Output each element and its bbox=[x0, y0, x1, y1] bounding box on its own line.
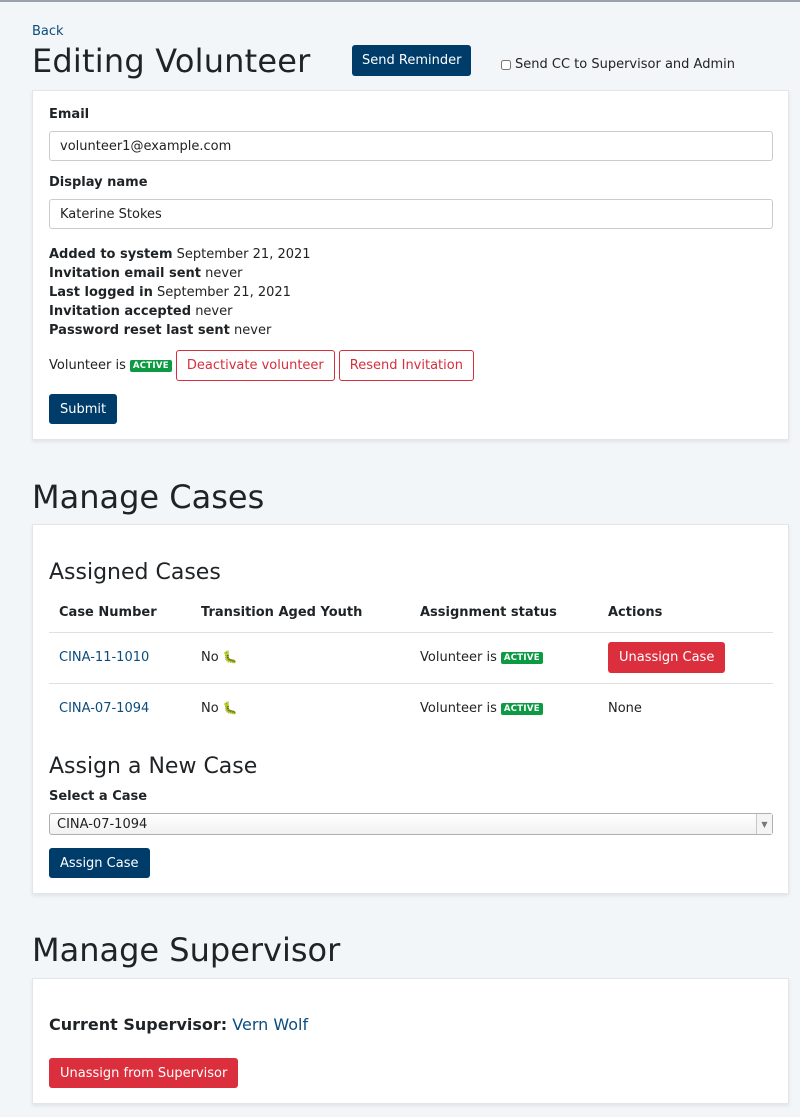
info-added: Added to system September 21, 2021 bbox=[49, 247, 311, 262]
cc-supervisor-label: Send CC to Supervisor and Admin bbox=[515, 57, 735, 72]
manage-supervisor-card: Current Supervisor: Vern Wolf Unassign f… bbox=[32, 978, 789, 1104]
chevron-down-icon[interactable]: ▼ bbox=[756, 814, 772, 834]
back-link[interactable]: Back bbox=[32, 24, 64, 39]
cc-supervisor-checkbox[interactable] bbox=[501, 59, 511, 70]
status-badge: ACTIVE bbox=[129, 359, 172, 372]
assignment-status-prefix: Volunteer is bbox=[420, 650, 497, 665]
assigned-cases-table: Case Number Transition Aged Youth Assign… bbox=[49, 594, 773, 734]
status-badge: ACTIVE bbox=[500, 651, 543, 664]
deactivate-volunteer-button[interactable]: Deactivate volunteer bbox=[175, 350, 335, 381]
status-prefix: Volunteer is bbox=[49, 358, 126, 373]
send-reminder-button[interactable]: Send Reminder bbox=[352, 45, 472, 76]
volunteer-status-row: Volunteer is ACTIVE Deactivate volunteer… bbox=[49, 350, 474, 381]
email-field[interactable] bbox=[49, 131, 773, 161]
display-name-label: Display name bbox=[49, 175, 148, 190]
manage-cases-title: Manage Cases bbox=[32, 478, 265, 516]
manage-supervisor-title: Manage Supervisor bbox=[32, 931, 341, 969]
table-header-row: Case Number Transition Aged Youth Assign… bbox=[49, 594, 773, 633]
select-case-label: Select a Case bbox=[49, 789, 148, 804]
column-header: Transition Aged Youth bbox=[191, 594, 410, 633]
case-number-link[interactable]: CINA-11-1010 bbox=[59, 650, 149, 665]
action-none: None bbox=[608, 701, 642, 717]
info-invitation-sent: Invitation email sent never bbox=[49, 266, 243, 281]
column-header: Assignment status bbox=[410, 594, 598, 633]
email-label: Email bbox=[49, 107, 90, 122]
case-select[interactable]: CINA-07-1094 ▼ bbox=[49, 813, 773, 835]
current-supervisor: Current Supervisor: Vern Wolf bbox=[49, 1015, 308, 1034]
table-row: CINA-11-1010 No 🐛 Volunteer is ACTIVE Una… bbox=[49, 632, 773, 684]
resend-invitation-button[interactable]: Resend Invitation bbox=[338, 350, 474, 381]
column-header: Actions bbox=[598, 594, 773, 633]
cc-supervisor-option[interactable]: Send CC to Supervisor and Admin bbox=[501, 57, 735, 72]
current-supervisor-label: Current Supervisor: bbox=[49, 1015, 228, 1034]
display-name-field[interactable] bbox=[49, 199, 773, 229]
unassign-supervisor-button[interactable]: Unassign from Supervisor bbox=[49, 1058, 239, 1088]
info-password-reset: Password reset last sent never bbox=[49, 323, 272, 338]
page-title: Editing Volunteer bbox=[32, 42, 311, 80]
volunteer-info: Added to system September 21, 2021 Invit… bbox=[49, 245, 311, 340]
column-header: Case Number bbox=[49, 594, 191, 633]
assigned-cases-title: Assigned Cases bbox=[49, 560, 221, 585]
assign-case-button[interactable]: Assign Case bbox=[49, 848, 150, 878]
assign-new-case-title: Assign a New Case bbox=[49, 754, 258, 779]
info-last-logged-in: Last logged in September 21, 2021 bbox=[49, 285, 291, 300]
table-row: CINA-07-1094 No 🐛 Volunteer is ACTIVE Non… bbox=[49, 683, 773, 734]
caterpillar-icon: 🐛 bbox=[222, 701, 238, 716]
assignment-status-prefix: Volunteer is bbox=[420, 701, 497, 717]
transition-value: No bbox=[201, 701, 219, 717]
transition-value: No bbox=[201, 650, 219, 665]
case-number-link[interactable]: CINA-07-1094 bbox=[59, 701, 149, 716]
unassign-case-button[interactable]: Unassign Case bbox=[608, 642, 726, 673]
supervisor-name-link[interactable]: Vern Wolf bbox=[232, 1015, 308, 1034]
status-badge: ACTIVE bbox=[500, 702, 543, 715]
volunteer-details-card: Email Display name Added to system Septe… bbox=[32, 90, 789, 440]
caterpillar-icon: 🐛 bbox=[222, 650, 238, 664]
manage-cases-card: Assigned Cases Case Number Transition Ag… bbox=[32, 524, 789, 894]
submit-button[interactable]: Submit bbox=[49, 394, 118, 424]
case-select-value: CINA-07-1094 bbox=[57, 816, 148, 832]
info-invitation-accepted: Invitation accepted never bbox=[49, 304, 233, 319]
